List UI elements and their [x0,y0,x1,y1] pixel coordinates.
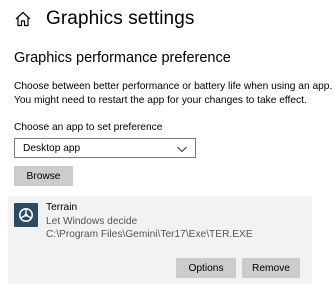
options-button[interactable]: Options [176,258,236,278]
app-path: C:\Program Files\Gemini\Ter17\Exe\TER.EX… [46,229,253,240]
app-type-dropdown[interactable]: Desktop app [14,138,196,158]
page-title: Graphics settings [46,8,195,29]
remove-button[interactable]: Remove [242,258,300,278]
home-icon[interactable] [14,10,32,28]
browse-button[interactable]: Browse [14,166,73,186]
app-type-selected: Desktop app [23,142,81,154]
app-list-item[interactable]: Terrain Let Windows decide C:\Program Fi… [8,196,312,284]
section-title: Graphics performance preference [14,50,231,66]
description: Choose between better performance or bat… [14,80,332,108]
app-preference: Let Windows decide [46,216,138,227]
chevron-down-icon [177,145,187,152]
page-header: Graphics settings [14,6,195,32]
terrain-app-icon [14,203,38,227]
app-name: Terrain [46,202,78,213]
description-line-2: You might need to restart the app for yo… [14,95,307,106]
description-line-1: Choose between better performance or bat… [14,81,333,92]
choose-app-label: Choose an app to set preference [14,122,163,133]
